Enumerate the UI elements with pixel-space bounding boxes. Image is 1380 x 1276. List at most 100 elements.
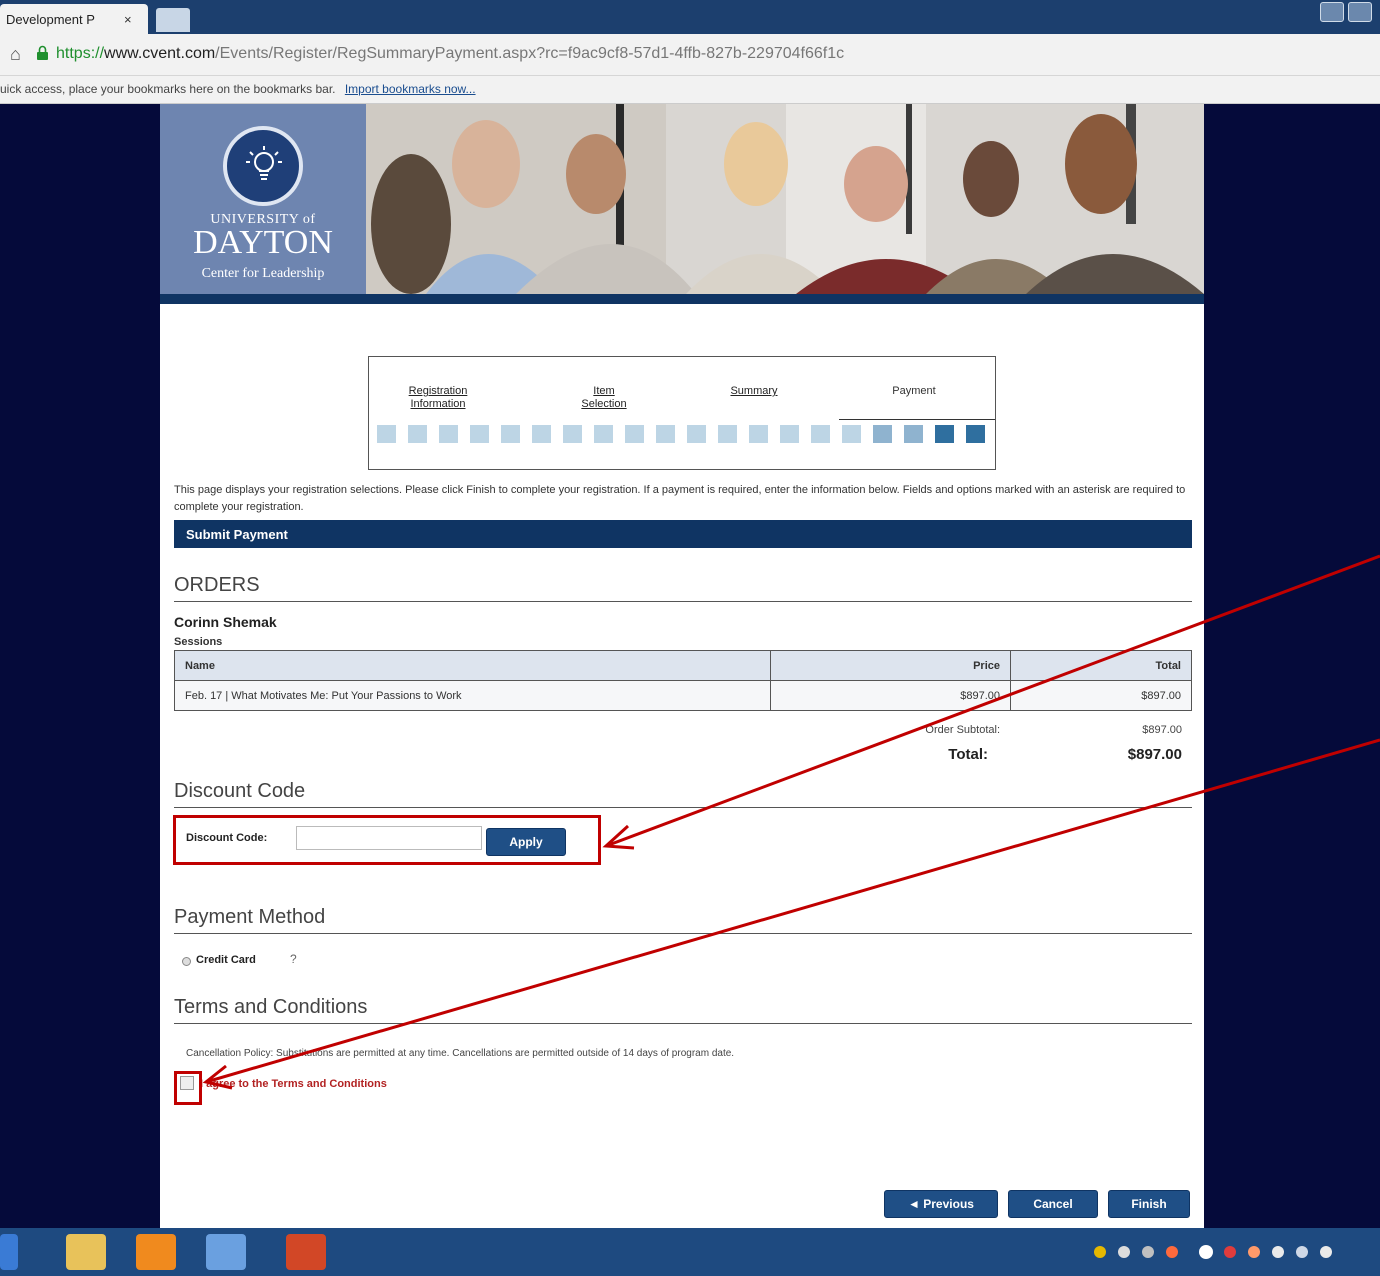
step-item-selection[interactable]: Item Selection bbox=[559, 385, 649, 411]
attendee-name: Corinn Shemak bbox=[174, 614, 277, 630]
sessions-label: Sessions bbox=[174, 636, 223, 648]
submit-payment-bar: Submit Payment bbox=[174, 520, 1192, 548]
progress-segment bbox=[532, 425, 551, 443]
annotation-box-checkbox bbox=[174, 1071, 202, 1105]
session-total: $897.00 bbox=[1010, 680, 1192, 711]
step-label-line2: Selection bbox=[581, 398, 627, 410]
step-registration-information[interactable]: Registration Information bbox=[393, 385, 483, 411]
session-name: Feb. 17 | What Motivates Me: Put Your Pa… bbox=[174, 680, 771, 711]
step-label-line1: Item bbox=[593, 385, 615, 397]
url-field[interactable]: https://www.cvent.com/Events/Register/Re… bbox=[56, 45, 844, 63]
tray-app-icon bbox=[1224, 1246, 1236, 1258]
lock-icon bbox=[37, 45, 48, 60]
import-bookmarks-link[interactable]: Import bookmarks now... bbox=[345, 82, 476, 96]
url-host: www.cvent.com bbox=[104, 45, 216, 62]
url-path: /Events/Register/RegSummaryPayment.aspx?… bbox=[215, 45, 845, 62]
progress-segment bbox=[594, 425, 613, 443]
progress-segment bbox=[966, 425, 985, 443]
progress-segment bbox=[904, 425, 923, 443]
step-label-line2: Payment bbox=[892, 385, 936, 397]
bookmarks-hint: uick access, place your bookmarks here o… bbox=[0, 82, 336, 96]
tray-printer-icon bbox=[1118, 1246, 1130, 1258]
total-value: $897.00 bbox=[1127, 746, 1182, 763]
tab-title: Development P bbox=[6, 12, 95, 27]
minimize-button[interactable] bbox=[1348, 2, 1372, 22]
tray-flag-icon bbox=[1272, 1246, 1284, 1258]
logo-dayton-text: DAYTON bbox=[193, 224, 333, 261]
window-controls bbox=[1320, 2, 1376, 24]
progress-segment bbox=[439, 425, 458, 443]
payment-method-heading: Payment Method bbox=[174, 906, 1192, 934]
progress-segment bbox=[687, 425, 706, 443]
url-protocol: https:// bbox=[56, 45, 105, 62]
table-header-row: Name Price Total bbox=[174, 650, 1192, 681]
progress-segment bbox=[377, 425, 396, 443]
terms-heading: Terms and Conditions bbox=[174, 996, 1192, 1024]
tray-sync-icon bbox=[1248, 1246, 1260, 1258]
chrome-icon[interactable] bbox=[206, 1234, 246, 1270]
finish-button[interactable]: Finish bbox=[1108, 1190, 1190, 1218]
progress-segment bbox=[935, 425, 954, 443]
tray-monitor-icon bbox=[1296, 1246, 1308, 1258]
progress-segment bbox=[501, 425, 520, 443]
media-player-icon[interactable] bbox=[136, 1234, 176, 1270]
header-banner: UNIVERSITY of DAYTON Center for Leadersh… bbox=[160, 104, 1204, 304]
credit-card-label[interactable]: Credit Card bbox=[196, 954, 256, 966]
progress-segment bbox=[780, 425, 799, 443]
progress-segment bbox=[408, 425, 427, 443]
step-summary[interactable]: Summary bbox=[709, 385, 799, 398]
session-price: $897.00 bbox=[770, 680, 1011, 711]
progress-segment bbox=[842, 425, 861, 443]
logo-center-text: Center for Leadership bbox=[201, 266, 325, 281]
registration-page: UNIVERSITY of DAYTON Center for Leadersh… bbox=[160, 104, 1204, 1228]
browser-tab-bar: Development P × bbox=[0, 0, 1380, 34]
column-total: Total bbox=[1010, 650, 1192, 681]
progress-segment bbox=[811, 425, 830, 443]
progress-segment bbox=[749, 425, 768, 443]
user-icon[interactable] bbox=[1320, 2, 1344, 22]
cancellation-policy: Cancellation Policy: Substitutions are p… bbox=[186, 1048, 735, 1059]
lightbulb-icon bbox=[246, 146, 282, 180]
tray-volume-icon bbox=[1166, 1246, 1178, 1258]
university-logo: UNIVERSITY of DAYTON Center for Leadersh… bbox=[160, 104, 366, 294]
tray-speaker-icon bbox=[1320, 1246, 1332, 1258]
new-tab-button[interactable] bbox=[156, 8, 190, 32]
agree-terms-label[interactable]: I agree to the Terms and Conditions bbox=[200, 1078, 387, 1090]
intro-text: This page displays your registration sel… bbox=[174, 484, 1186, 513]
progress-segment bbox=[470, 425, 489, 443]
step-label-line1: Registration bbox=[408, 385, 468, 397]
tab-close-icon[interactable]: × bbox=[124, 12, 132, 27]
column-name: Name bbox=[174, 650, 771, 681]
previous-button[interactable]: ◄ Previous bbox=[884, 1190, 998, 1218]
table-row: Feb. 17 | What Motivates Me: Put Your Pa… bbox=[174, 680, 1192, 711]
home-icon[interactable]: ⌂ bbox=[10, 44, 21, 65]
credit-card-radio[interactable] bbox=[182, 957, 191, 966]
step-payment: Payment bbox=[869, 385, 959, 398]
current-step-underline bbox=[839, 419, 995, 420]
banner-bar bbox=[160, 294, 1204, 304]
annotation-box-discount bbox=[173, 815, 601, 865]
subtotal-label: Order Subtotal: bbox=[925, 724, 1000, 736]
system-tray bbox=[1094, 1245, 1332, 1259]
help-icon[interactable]: ? bbox=[290, 952, 297, 966]
progress-segment bbox=[563, 425, 582, 443]
browser-tab[interactable]: Development P × bbox=[0, 4, 148, 34]
progress-segment bbox=[718, 425, 737, 443]
registration-progress: Registration Information Item Selection … bbox=[368, 356, 996, 470]
start-button[interactable] bbox=[0, 1234, 18, 1270]
bookmarks-bar: uick access, place your bookmarks here o… bbox=[0, 76, 1380, 104]
progress-segment bbox=[873, 425, 892, 443]
powerpoint-icon[interactable] bbox=[286, 1234, 326, 1270]
tray-network-icon bbox=[1142, 1246, 1154, 1258]
total-label: Total: bbox=[948, 746, 988, 763]
discount-heading: Discount Code bbox=[174, 780, 1192, 808]
tray-shield-icon bbox=[1094, 1246, 1106, 1258]
tray-clock-icon bbox=[1199, 1245, 1213, 1259]
orders-table: Name Price Total Feb. 17 | What Motivate… bbox=[174, 650, 1192, 711]
column-price: Price bbox=[770, 650, 1011, 681]
step-label-line2: Information bbox=[410, 398, 466, 410]
cancel-button[interactable]: Cancel bbox=[1008, 1190, 1098, 1218]
header-photo bbox=[366, 104, 1204, 294]
progress-segment bbox=[656, 425, 675, 443]
explorer-icon[interactable] bbox=[66, 1234, 106, 1270]
